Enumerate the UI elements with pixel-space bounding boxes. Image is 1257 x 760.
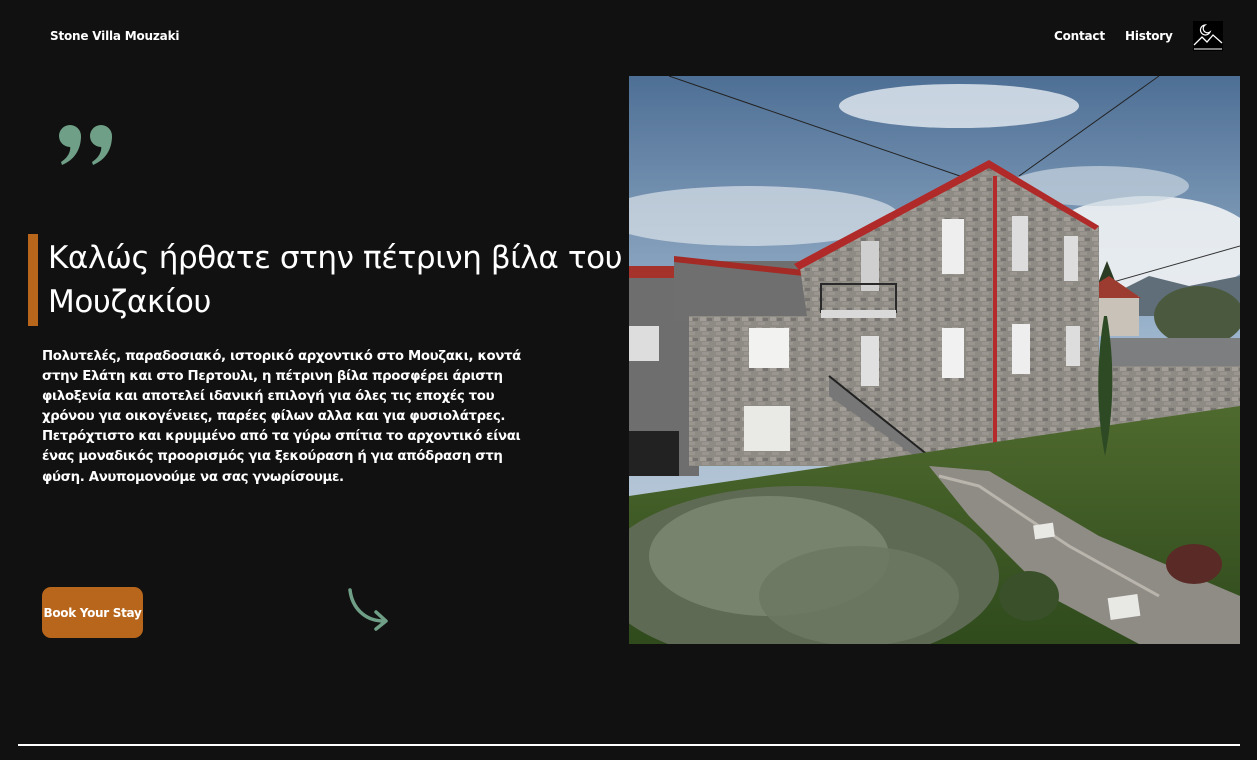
page: Stone Villa Mouzaki Contact History Καλώ… bbox=[0, 0, 1257, 760]
nav-contact-link[interactable]: Contact bbox=[1054, 29, 1105, 43]
page-title: Καλώς ήρθατε στην πέτρινη βίλα του Μουζα… bbox=[48, 240, 623, 320]
title-accent-bar bbox=[28, 234, 38, 326]
book-your-stay-button[interactable]: Book Your Stay bbox=[42, 587, 143, 638]
villa-photo bbox=[629, 76, 1240, 644]
quote-icon bbox=[58, 124, 116, 170]
footer-divider bbox=[18, 744, 1240, 746]
hero-description: Πολυτελές, παραδοσιακό, ιστορικό αρχοντι… bbox=[42, 349, 521, 485]
main-nav: Contact History bbox=[0, 29, 1257, 49]
curved-arrow-icon bbox=[346, 587, 392, 637]
nav-history-link[interactable]: History bbox=[1125, 29, 1173, 43]
moon-mountain-icon[interactable] bbox=[1193, 21, 1223, 51]
